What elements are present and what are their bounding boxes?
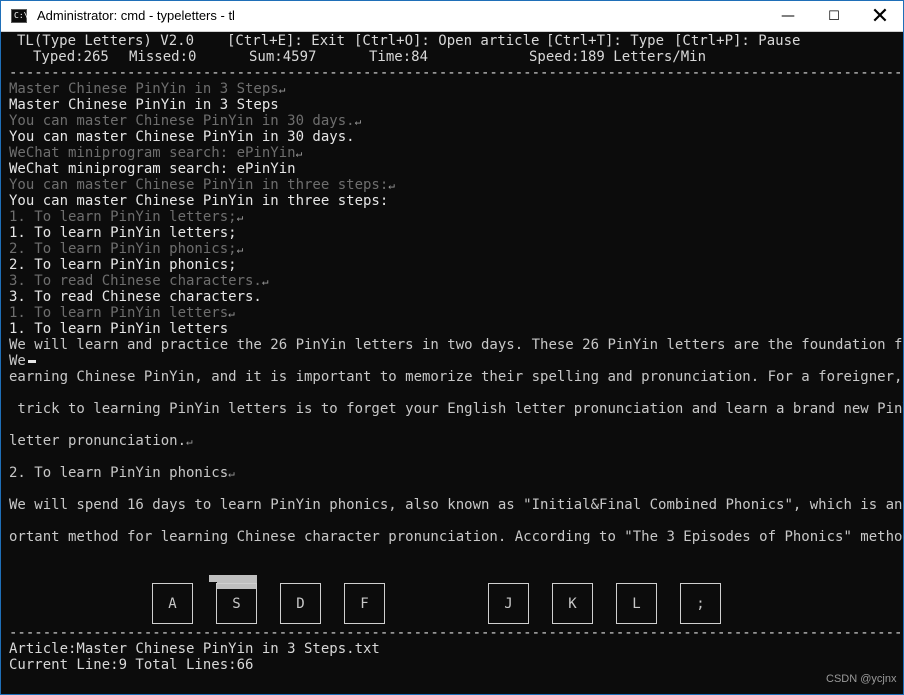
stat-missed: Missed:0 [129, 49, 197, 65]
key-j: J [488, 583, 529, 624]
text-cursor [28, 360, 36, 363]
article-name: Article:Master Chinese PinYin in 3 Steps… [9, 641, 380, 657]
typing-input[interactable] [25, 353, 36, 369]
app-name: TL(Type Letters) V2.0 [17, 33, 195, 49]
console-area[interactable]: TL(Type Letters) V2.0 [Ctrl+E]: Exit [Ct… [1, 32, 903, 694]
cmd-icon: C:\ [11, 9, 29, 23]
minimize-button[interactable]: — [765, 1, 811, 32]
typed-line: 1. To learn PinYin letters [9, 321, 229, 337]
source-line: You can master Chinese PinYin in three s… [9, 177, 395, 193]
stat-typed: Typed:265 [33, 49, 109, 65]
current-source-line: We will learn and practice the 26 PinYin… [9, 337, 903, 353]
article-line: ortant method for learning Chinese chara… [9, 529, 903, 545]
stat-speed: Speed:189 Letters/Min [529, 49, 707, 65]
key-d: D [280, 583, 321, 624]
key-f: F [344, 583, 385, 624]
window-title: Administrator: cmd - typeletters - tl [37, 8, 235, 23]
stat-sum: Sum:4597 [249, 49, 317, 65]
close-button[interactable]: ✕ [857, 1, 903, 32]
key-semicolon: ; [680, 583, 721, 624]
title-bar[interactable]: C:\ Administrator: cmd - typeletters - t… [1, 1, 903, 32]
watermark: CSDN @ycjnx [826, 673, 897, 685]
typed-line: You can master Chinese PinYin in 30 days… [9, 129, 355, 145]
maximize-button[interactable]: ☐ [811, 1, 857, 32]
source-line: 1. To learn PinYin letters↵ [9, 305, 235, 321]
typed-line: 3. To read Chinese characters. [9, 289, 262, 305]
typed-line: 1. To learn PinYin letters; [9, 225, 237, 241]
header-separator: ----------------------------------------… [9, 65, 903, 81]
key-l: L [616, 583, 657, 624]
source-line: Master Chinese PinYin in 3 Steps↵ [9, 81, 286, 97]
shortcut-exit: [Ctrl+E]: Exit [227, 33, 346, 49]
article-line: 2. To learn PinYin phonics↵ [9, 465, 235, 481]
source-line: 1. To learn PinYin letters;↵ [9, 209, 244, 225]
shortcut-type: [Ctrl+T]: Type [546, 33, 665, 49]
active-key-indicator [209, 575, 257, 582]
source-line: WeChat miniprogram search: ePinYin↵ [9, 145, 303, 161]
article-line: trick to learning PinYin letters is to f… [9, 401, 903, 417]
cmd-icon-label: C:\ [14, 11, 29, 20]
typed-line: You can master Chinese PinYin in three s… [9, 193, 389, 209]
source-line: You can master Chinese PinYin in 30 days… [9, 113, 362, 129]
article-line: earning Chinese PinYin, and it is import… [9, 369, 903, 385]
footer-separator: ----------------------------------------… [9, 625, 903, 641]
key-k: K [552, 583, 593, 624]
console-window: C:\ Administrator: cmd - typeletters - t… [0, 0, 904, 695]
key-s: S [216, 583, 257, 624]
article-line: letter pronunciation.↵ [9, 433, 193, 449]
article-line: We will spend 16 days to learn PinYin ph… [9, 497, 903, 513]
stat-time: Time:84 [369, 49, 429, 65]
shortcut-pause: [Ctrl+P]: Pause [674, 33, 801, 49]
source-line: 3. To read Chinese characters.↵ [9, 273, 269, 289]
current-source-wrap: We [9, 353, 26, 369]
typed-line: 2. To learn PinYin phonics; [9, 257, 237, 273]
shortcut-open: [Ctrl+O]: Open article [354, 33, 540, 49]
line-position: Current Line:9 Total Lines:66 [9, 657, 254, 673]
key-a: A [152, 583, 193, 624]
typed-line: WeChat miniprogram search: ePinYin [9, 161, 296, 177]
source-line: 2. To learn PinYin phonics;↵ [9, 241, 244, 257]
typed-line: Master Chinese PinYin in 3 Steps [9, 97, 279, 113]
